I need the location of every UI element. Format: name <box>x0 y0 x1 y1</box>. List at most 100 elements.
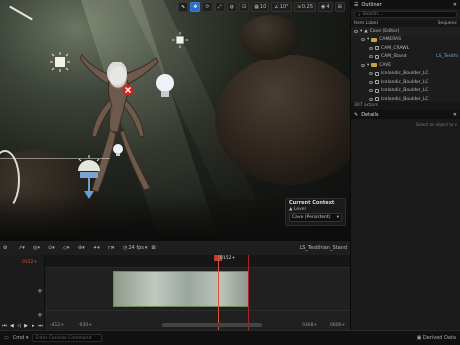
save-icon[interactable]: ⚙ <box>3 244 14 253</box>
key-interp-icon[interactable]: ✦▾ <box>93 244 104 253</box>
camera-icon <box>375 46 379 51</box>
lightbulb-icon[interactable] <box>154 72 176 102</box>
timeline-scrollbar[interactable] <box>162 323 262 327</box>
rotation-snap-button[interactable]: ∠ 10° <box>271 1 292 12</box>
visibility-icon[interactable] <box>361 38 365 42</box>
select-mode-icon[interactable]: ⬉ <box>178 1 189 12</box>
grid-snap-button[interactable]: ▦ 10 <box>251 1 270 12</box>
skip-start-icon[interactable]: ⏮ <box>2 323 7 329</box>
level-dropdown-value: Cave (Persistent) <box>292 215 331 220</box>
camera-cut-clip[interactable] <box>113 271 249 307</box>
context-level-label: ▲ Level <box>286 207 345 212</box>
current-frame-left[interactable]: 0152+ <box>22 260 37 265</box>
curve-editor-icon[interactable]: ⊛▾ <box>78 244 89 253</box>
tree-row[interactable]: ▾ ▲ Cave (Editor) <box>351 27 460 36</box>
close-icon[interactable]: ✕ <box>453 112 457 118</box>
close-icon[interactable]: ✕ <box>453 2 457 8</box>
folder-icon <box>371 63 378 68</box>
sequence-name: LS_Tesithian_Stand <box>299 245 347 251</box>
derived-data-button[interactable]: ▣ Derived Data <box>417 335 456 341</box>
step-forward-icon[interactable]: ▸ <box>31 323 36 329</box>
status-bar: ▭ Cmd ▾ Enter Console Command ▣ Derived … <box>0 330 460 345</box>
tree-row-label: Icelandic_Boulder_LC <box>381 79 429 85</box>
range-start-label[interactable]: -412+ <box>50 323 64 328</box>
search-icon: ⌕ <box>358 12 361 18</box>
actor-count: 307 actors <box>351 102 460 110</box>
add-track-icon[interactable]: + <box>37 287 43 295</box>
visibility-icon[interactable] <box>369 46 373 50</box>
level-viewport[interactable]: ⬉ ✥ ⟳ ⤢ ◍ ⊡ ▦ 10 ∠ 10° ⇲ 0.25 ◉ 4 ⊞ Current … <box>0 0 350 240</box>
tree-expand-icon[interactable]: ▾ <box>360 29 362 34</box>
tree-row[interactable]: CAM_Stand LS_Tesithi <box>351 53 460 62</box>
camera-tool-icon[interactable]: ◎▾ <box>33 244 44 253</box>
end-marker[interactable] <box>248 255 249 331</box>
lightbulb-icon[interactable] <box>112 143 124 157</box>
details-icon: ✎ <box>354 111 359 118</box>
scale-tool-icon[interactable]: ⤢ <box>214 1 225 12</box>
tree-row[interactable]: CAM_CRAWL <box>351 44 460 53</box>
visibility-icon[interactable] <box>354 29 358 33</box>
error-icon[interactable] <box>122 84 134 96</box>
timeline-ruler[interactable] <box>45 255 350 268</box>
visibility-icon[interactable] <box>369 72 373 76</box>
tree-row[interactable]: ▾ CAMERAS <box>351 36 460 45</box>
spot-light-icon[interactable] <box>74 155 104 201</box>
keyframe-icon[interactable]: ◇▾ <box>63 244 74 253</box>
rotate-tool-icon[interactable]: ⟳ <box>202 1 213 12</box>
add-track-icon[interactable]: + <box>37 311 43 319</box>
surface-snap-icon[interactable]: ⊡ <box>239 1 250 12</box>
details-tab[interactable]: ✎ Details ✕ <box>351 110 460 119</box>
play-reverse-icon[interactable]: ◁ <box>16 323 21 329</box>
visibility-icon[interactable] <box>369 80 373 84</box>
camera-actor-icon[interactable] <box>105 61 129 86</box>
visibility-icon[interactable] <box>361 63 365 67</box>
console-command-input[interactable]: Enter Console Command <box>32 334 103 342</box>
tree-row[interactable]: Icelandic_Boulder_LC <box>351 87 460 96</box>
visibility-icon[interactable] <box>369 89 373 93</box>
current-context-panel: Current Context ▲ Level Cave (Persistent… <box>285 198 346 226</box>
folder-icon <box>371 37 378 42</box>
maximize-viewport-icon[interactable]: ⊞ <box>334 1 345 12</box>
tree-expand-icon[interactable]: ▾ <box>367 63 369 68</box>
col-item-label[interactable]: Item Label <box>354 21 378 26</box>
cave-rock <box>240 15 300 60</box>
sequencer-toolbar: ⚙ ↗▾ ◎▾ ⊙▾ ◇▾ ⊛▾ ✦▾ ⊓▾ ◷ 24 fps ▾ ⊠ LS_Tes… <box>0 241 350 255</box>
fps-dropdown[interactable]: ◷ 24 fps ▾ <box>123 244 147 253</box>
visibility-icon[interactable] <box>369 97 373 101</box>
tree-row-label: Icelandic_Boulder_LC <box>381 88 429 94</box>
level-dropdown[interactable]: Cave (Persistent) ▾ <box>289 213 342 222</box>
static-mesh-icon <box>375 97 379 102</box>
tree-expand-icon[interactable]: ▾ <box>367 37 369 42</box>
range-end-label[interactable]: 0308+ <box>302 323 317 328</box>
playhead-line[interactable] <box>218 255 219 331</box>
range-end2-label[interactable]: 0600+ <box>330 323 345 328</box>
col-type[interactable]: Sequenc <box>438 21 457 26</box>
render-icon[interactable]: ⊙▾ <box>48 244 59 253</box>
outliner-tab-label: Outliner <box>361 1 382 8</box>
tree-row[interactable]: Icelandic_Boulder_LC <box>351 70 460 79</box>
playback-range-icon[interactable]: ⊠ <box>151 244 162 253</box>
visibility-icon[interactable] <box>369 55 373 59</box>
step-back-icon[interactable]: ◀ <box>9 323 14 329</box>
play-icon[interactable]: ▶ <box>24 323 29 329</box>
rect-light-icon[interactable] <box>171 31 189 49</box>
transform-tool-icon[interactable]: ↗▾ <box>18 244 29 253</box>
world-space-icon[interactable]: ◍ <box>226 1 237 12</box>
scale-snap-button[interactable]: ⇲ 0.25 <box>293 1 317 12</box>
cmd-dropdown[interactable]: Cmd ▾ <box>13 335 29 341</box>
range-start2-label[interactable]: -030+ <box>78 323 92 328</box>
skip-end-icon[interactable]: ⏭ <box>38 323 43 329</box>
point-light-icon[interactable] <box>50 52 70 72</box>
outliner-tab[interactable]: ☰ Outliner ✕ <box>351 0 460 9</box>
static-mesh-icon <box>375 80 379 85</box>
camera-speed-button[interactable]: ◉ 4 <box>318 1 333 12</box>
tree-row[interactable]: ▾ CAVE <box>351 61 460 70</box>
snap-icon[interactable]: ⊓▾ <box>108 244 119 253</box>
rotation-snap-icon: ∠ <box>274 3 279 10</box>
timeline-tracks[interactable] <box>45 268 350 331</box>
outliner-search-input[interactable]: ⌕ Search... <box>354 11 457 18</box>
drawer-icon[interactable]: ▭ <box>4 335 9 341</box>
tree-row[interactable]: Icelandic_Boulder_LC <box>351 78 460 87</box>
translate-tool-icon[interactable]: ✥ <box>190 1 201 12</box>
current-frame-label: 0152+ <box>220 256 236 261</box>
